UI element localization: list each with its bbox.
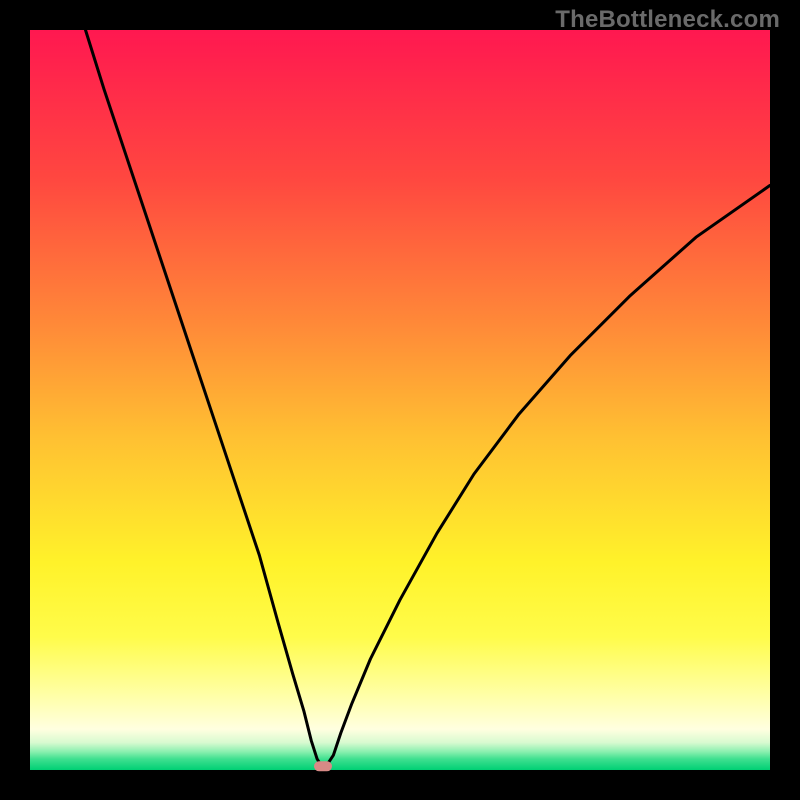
chart-container: TheBottleneck.com bbox=[0, 0, 800, 800]
optimal-point-marker bbox=[314, 761, 332, 771]
chart-plot-area bbox=[30, 30, 770, 770]
bottleneck-chart bbox=[0, 0, 800, 800]
watermark-text: TheBottleneck.com bbox=[555, 6, 780, 34]
